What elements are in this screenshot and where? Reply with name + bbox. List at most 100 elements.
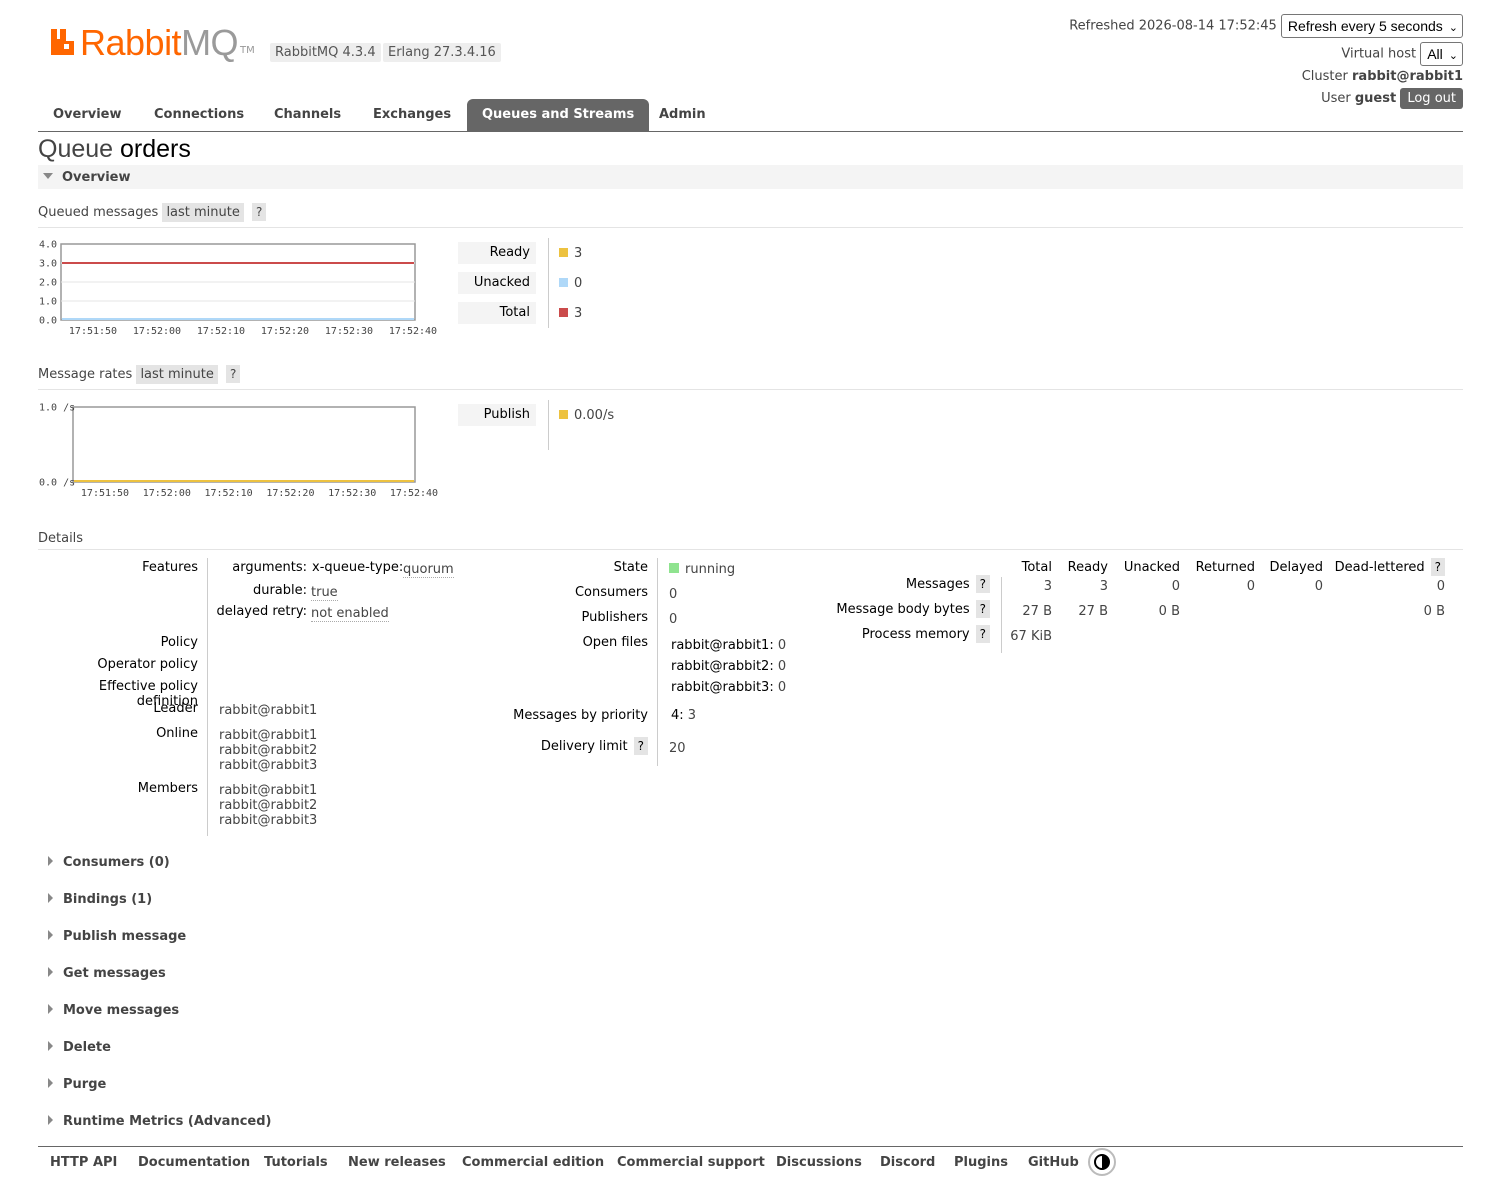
stats-row-label: Messages? bbox=[820, 575, 990, 593]
tab-channels[interactable]: Channels bbox=[259, 99, 356, 131]
tab-exchanges[interactable]: Exchanges bbox=[358, 99, 466, 131]
stats-header-delayed: Delayed bbox=[1269, 560, 1323, 575]
help-icon[interactable]: ? bbox=[252, 203, 267, 221]
expand-triangle-icon bbox=[48, 967, 53, 977]
overview-section-toggle[interactable]: Overview bbox=[43, 170, 131, 185]
queued-messages-heading: Queued messages last minute ? bbox=[38, 203, 1463, 228]
legend-total-label: Total bbox=[458, 302, 536, 324]
stats-cell: 0 bbox=[1246, 579, 1255, 594]
feature-durable-value: true bbox=[311, 585, 338, 601]
tab-admin[interactable]: Admin bbox=[644, 99, 721, 131]
expand-triangle-icon bbox=[48, 930, 53, 940]
help-icon[interactable]: ? bbox=[975, 625, 990, 643]
legend-unacked-label: Unacked bbox=[458, 272, 536, 294]
help-icon[interactable]: ? bbox=[1430, 558, 1445, 576]
section-runtime-metrics[interactable]: Runtime Metrics (Advanced) bbox=[48, 1114, 271, 1129]
help-icon[interactable]: ? bbox=[975, 600, 990, 618]
legend-divider bbox=[548, 238, 549, 328]
cluster-label: Cluster bbox=[1301, 69, 1348, 84]
footer-link-commercial-edition[interactable]: Commercial edition bbox=[462, 1155, 604, 1170]
section-get-messages[interactable]: Get messages bbox=[48, 966, 166, 981]
stats-row-label: Process memory? bbox=[820, 625, 990, 643]
details-col-divider bbox=[657, 558, 659, 766]
overview-section-bar[interactable] bbox=[38, 165, 1463, 189]
online-node: rabbit@rabbit1 bbox=[219, 728, 318, 743]
expand-triangle-icon bbox=[48, 1115, 53, 1125]
footer-link-documentation[interactable]: Documentation bbox=[138, 1155, 250, 1170]
help-icon[interactable]: ? bbox=[226, 365, 241, 383]
stats-cell: 0 bbox=[1171, 579, 1180, 594]
tab-connections[interactable]: Connections bbox=[139, 99, 259, 131]
vhost-select[interactable]: All ⌄ bbox=[1420, 42, 1463, 66]
tab-queues-and-streams[interactable]: Queues and Streams bbox=[467, 99, 650, 131]
queued-range-button[interactable]: last minute bbox=[162, 203, 244, 222]
online-label: Online bbox=[156, 726, 198, 741]
publishers-label: Publishers bbox=[581, 610, 648, 625]
section-consumers[interactable]: Consumers (0) bbox=[48, 855, 170, 870]
chart-x-ticks: 17:51:50 17:52:00 17:52:10 17:52:20 17:52:30… bbox=[69, 326, 437, 337]
footer-link-discord[interactable]: Discord bbox=[880, 1155, 935, 1170]
queue-name: orders bbox=[120, 135, 191, 163]
logo-trademark: TM bbox=[240, 45, 255, 56]
x-tick-label: 17:51:50 bbox=[69, 326, 117, 337]
legend-total-value-row: 3 bbox=[559, 306, 582, 321]
chevron-down-icon: ⌄ bbox=[1448, 22, 1458, 34]
x-tick-label: 17:52:20 bbox=[261, 326, 309, 337]
operator-policy-label: Operator policy bbox=[97, 657, 198, 672]
stats-cell: 0 B bbox=[1158, 604, 1180, 619]
legend-publish-value-row: 0.00/s bbox=[559, 408, 614, 423]
footer-link-new-releases[interactable]: New releases bbox=[348, 1155, 446, 1170]
consumers-value: 0 bbox=[669, 587, 678, 602]
stats-cell: 27 B bbox=[1022, 604, 1052, 619]
footer-link-plugins[interactable]: Plugins bbox=[954, 1155, 1008, 1170]
y-tick-label: 2.0 bbox=[39, 278, 57, 289]
section-bindings[interactable]: Bindings (1) bbox=[48, 892, 152, 907]
footer-link-discussions[interactable]: Discussions bbox=[776, 1155, 862, 1170]
legend-unacked-value-row: 0 bbox=[559, 276, 582, 291]
publishers-value: 0 bbox=[669, 612, 678, 627]
rabbitmq-logo[interactable]: RabbitMQ TM bbox=[50, 22, 260, 63]
section-purge[interactable]: Purge bbox=[48, 1077, 106, 1092]
help-icon[interactable]: ? bbox=[975, 575, 990, 593]
chevron-down-icon: ⌄ bbox=[1448, 50, 1458, 62]
x-tick-label: 17:52:20 bbox=[266, 488, 314, 499]
footer-link-http-api[interactable]: HTTP API bbox=[50, 1155, 117, 1170]
section-publish-message[interactable]: Publish message bbox=[48, 929, 186, 944]
feature-queue-type-value: quorum bbox=[403, 562, 454, 578]
stats-header-returned: Returned bbox=[1195, 560, 1255, 575]
expand-triangle-icon bbox=[48, 1004, 53, 1014]
stats-row-label: Message body bytes? bbox=[820, 600, 990, 618]
footer-link-github[interactable]: GitHub bbox=[1028, 1155, 1079, 1170]
features-label: Features bbox=[142, 560, 198, 575]
refresh-interval-select[interactable]: Refresh every 5 seconds ⌄ bbox=[1280, 14, 1463, 38]
footer: HTTP API Documentation Tutorials New rel… bbox=[38, 1146, 1463, 1187]
footer-link-tutorials[interactable]: Tutorials bbox=[264, 1155, 328, 1170]
theme-toggle-icon[interactable] bbox=[1088, 1148, 1116, 1176]
main-nav-tabs: Overview Connections Channels Exchanges … bbox=[38, 99, 1463, 132]
open-files-list: rabbit@rabbit1: 0 rabbit@rabbit2: 0 rabb… bbox=[671, 635, 786, 698]
legend-publish-value: 0.00/s bbox=[574, 408, 615, 423]
member-node: rabbit@rabbit3 bbox=[219, 813, 318, 828]
y-tick-label: 0.0 bbox=[39, 316, 57, 327]
x-tick-label: 17:52:00 bbox=[143, 488, 191, 499]
collapse-triangle-icon bbox=[43, 173, 53, 179]
legend-ready-swatch bbox=[559, 248, 568, 257]
feature-arguments-key: arguments: bbox=[232, 560, 307, 575]
erlang-version-badge: Erlang 27.3.4.16 bbox=[383, 43, 501, 62]
consumers-label: Consumers bbox=[574, 585, 648, 600]
legend-ready-value-row: 3 bbox=[559, 246, 582, 261]
rates-range-button[interactable]: last minute bbox=[136, 365, 218, 384]
leader-node: rabbit@rabbit1 bbox=[219, 703, 318, 718]
open-files-row: rabbit@rabbit3: 0 bbox=[671, 680, 787, 695]
legend-ready-label: Ready bbox=[458, 242, 536, 264]
section-delete[interactable]: Delete bbox=[48, 1040, 111, 1055]
tab-overview[interactable]: Overview bbox=[38, 99, 137, 131]
help-icon[interactable]: ? bbox=[633, 737, 648, 755]
member-node: rabbit@rabbit2 bbox=[219, 798, 318, 813]
footer-link-commercial-support[interactable]: Commercial support bbox=[617, 1155, 765, 1170]
priority-row: 4: 3 bbox=[671, 708, 697, 723]
y-tick-label: 0.0 /s bbox=[39, 478, 75, 489]
stats-cell: 0 B bbox=[1423, 604, 1445, 619]
section-move-messages[interactable]: Move messages bbox=[48, 1003, 179, 1018]
stats-cell: 3 bbox=[1043, 579, 1052, 594]
